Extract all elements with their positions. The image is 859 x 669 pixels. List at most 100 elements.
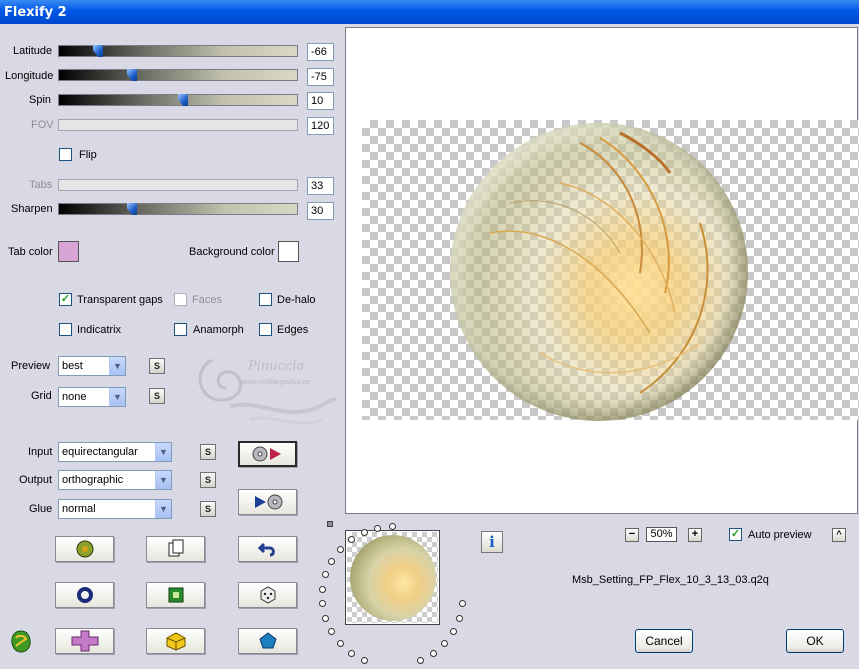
- preview-canvas[interactable]: [345, 27, 859, 514]
- navigator-ring-dot[interactable]: [328, 628, 335, 635]
- preview-select[interactable]: best ▼: [58, 356, 126, 376]
- chevron-down-icon: ▼: [109, 388, 125, 406]
- save-output-image-button[interactable]: [238, 489, 297, 515]
- faces-checkbox: [174, 293, 187, 306]
- longitude-slider[interactable]: [58, 69, 298, 81]
- copy-pages-icon: [168, 539, 183, 557]
- navigator-thumbnail[interactable]: [345, 530, 440, 625]
- spin-value[interactable]: 10: [307, 92, 334, 110]
- navigator-ring-dot[interactable]: [319, 600, 326, 607]
- cube-button[interactable]: [146, 628, 205, 654]
- grid-label: Grid: [31, 390, 52, 402]
- tabs-value: 33: [307, 177, 334, 195]
- frame-button[interactable]: [146, 582, 205, 608]
- latitude-value[interactable]: -66: [307, 43, 334, 61]
- ok-button[interactable]: OK: [786, 629, 844, 653]
- cross-shape-button[interactable]: [55, 628, 114, 654]
- input-select[interactable]: equirectangular ▼: [58, 442, 172, 462]
- background-color-swatch[interactable]: [278, 241, 299, 262]
- navigator-ring-dot[interactable]: [322, 571, 329, 578]
- navigator-ring-dot[interactable]: [441, 640, 448, 647]
- spin-label: Spin: [29, 94, 52, 106]
- zoom-value: 50%: [646, 527, 677, 542]
- latitude-slider[interactable]: [58, 45, 298, 57]
- indicatrix-checkbox[interactable]: [59, 323, 72, 336]
- glue-select[interactable]: normal ▼: [58, 499, 172, 519]
- ring-shape-button[interactable]: [55, 582, 114, 608]
- navigator-handle[interactable]: [327, 521, 333, 527]
- navigator-ring-dot[interactable]: [348, 650, 355, 657]
- anamorph-checkbox[interactable]: [174, 323, 187, 336]
- navigator-ring-dot[interactable]: [456, 615, 463, 622]
- play-to-disc-icon: [254, 494, 282, 510]
- info-button[interactable]: i: [481, 531, 503, 553]
- navigator-ring-dot[interactable]: [319, 586, 326, 593]
- navigator-ring-dot[interactable]: [361, 657, 368, 664]
- navigator-ring-dot[interactable]: [459, 600, 466, 607]
- fov-label: FOV: [31, 119, 54, 131]
- input-select-value: equirectangular: [62, 446, 138, 458]
- pentagon-icon: [258, 632, 277, 649]
- cancel-button[interactable]: Cancel: [635, 629, 693, 653]
- sharpen-value[interactable]: 30: [307, 202, 334, 220]
- copy-button[interactable]: [146, 536, 205, 562]
- tab-color-swatch[interactable]: [58, 241, 79, 262]
- plugin-logo-icon: [11, 630, 31, 653]
- sharpen-slider-thumb[interactable]: [127, 203, 137, 215]
- undo-button[interactable]: [238, 536, 297, 562]
- navigator-ring-dot[interactable]: [322, 615, 329, 622]
- load-input-image-button[interactable]: [238, 441, 297, 467]
- navigator-ring-dot[interactable]: [430, 650, 437, 657]
- grid-s-button[interactable]: S: [149, 388, 165, 404]
- input-s-button[interactable]: S: [200, 444, 216, 460]
- output-select-value: orthographic: [62, 474, 124, 486]
- fov-slider: [58, 119, 298, 131]
- navigator-ring-dot[interactable]: [337, 546, 344, 553]
- navigator-ring-dot[interactable]: [328, 558, 335, 565]
- tab-color-label: Tab color: [8, 246, 53, 258]
- fov-value: 120: [307, 117, 334, 135]
- grid-select[interactable]: none ▼: [58, 387, 126, 407]
- navigator-ring-dot[interactable]: [389, 523, 396, 530]
- output-select[interactable]: orthographic ▼: [58, 470, 172, 490]
- input-label: Input: [28, 446, 53, 458]
- pentagon-button[interactable]: [238, 628, 297, 654]
- glue-s-button[interactable]: S: [200, 501, 216, 517]
- de-halo-checkbox[interactable]: [259, 293, 272, 306]
- zoom-out-button[interactable]: −: [625, 528, 639, 542]
- disc-to-play-icon: [252, 446, 281, 462]
- navigator-ring-dot[interactable]: [450, 628, 457, 635]
- window-title: Flexify 2: [0, 0, 859, 24]
- watermark-logo: Pinuccia www.moldiargrafica.eu: [198, 358, 337, 425]
- zoom-in-button[interactable]: +: [688, 528, 702, 542]
- longitude-slider-thumb[interactable]: [127, 69, 137, 81]
- longitude-value[interactable]: -75: [307, 68, 334, 86]
- output-s-button[interactable]: S: [200, 472, 216, 488]
- flip-checkbox[interactable]: [59, 148, 72, 161]
- transparent-gaps-label: Transparent gaps: [77, 294, 163, 306]
- random-dice-button[interactable]: [238, 582, 297, 608]
- anamorph-label: Anamorph: [193, 324, 244, 336]
- grass-strands-image: [489, 131, 709, 394]
- latitude-slider-thumb[interactable]: [93, 45, 103, 57]
- navigator-ring-dot[interactable]: [361, 529, 368, 536]
- collapse-toggle-button[interactable]: ^: [832, 528, 846, 542]
- preset-filename: Msb_Setting_FP_Flex_10_3_13_03.q2q: [572, 574, 769, 586]
- spin-slider-thumb[interactable]: [178, 94, 188, 106]
- preview-s-button[interactable]: S: [149, 358, 165, 374]
- transparent-gaps-checkbox[interactable]: ✓: [59, 293, 72, 306]
- navigator-ring-dot[interactable]: [417, 657, 424, 664]
- navigator-ring-dot[interactable]: [374, 525, 381, 532]
- latitude-label: Latitude: [13, 45, 53, 57]
- edges-checkbox[interactable]: [259, 323, 272, 336]
- spin-slider[interactable]: [58, 94, 298, 106]
- watermark-name: Pinuccia: [247, 359, 304, 374]
- navigator-ring-dot[interactable]: [348, 536, 355, 543]
- auto-preview-checkbox[interactable]: ✓: [729, 528, 742, 541]
- navigator-ring-dot[interactable]: [337, 640, 344, 647]
- randomize-globe-button[interactable]: [55, 536, 114, 562]
- sharpen-slider[interactable]: [58, 203, 298, 215]
- ring-icon: [76, 587, 93, 603]
- cube-icon: [166, 632, 185, 651]
- watermark-url: www.moldiargrafica.eu: [240, 379, 311, 386]
